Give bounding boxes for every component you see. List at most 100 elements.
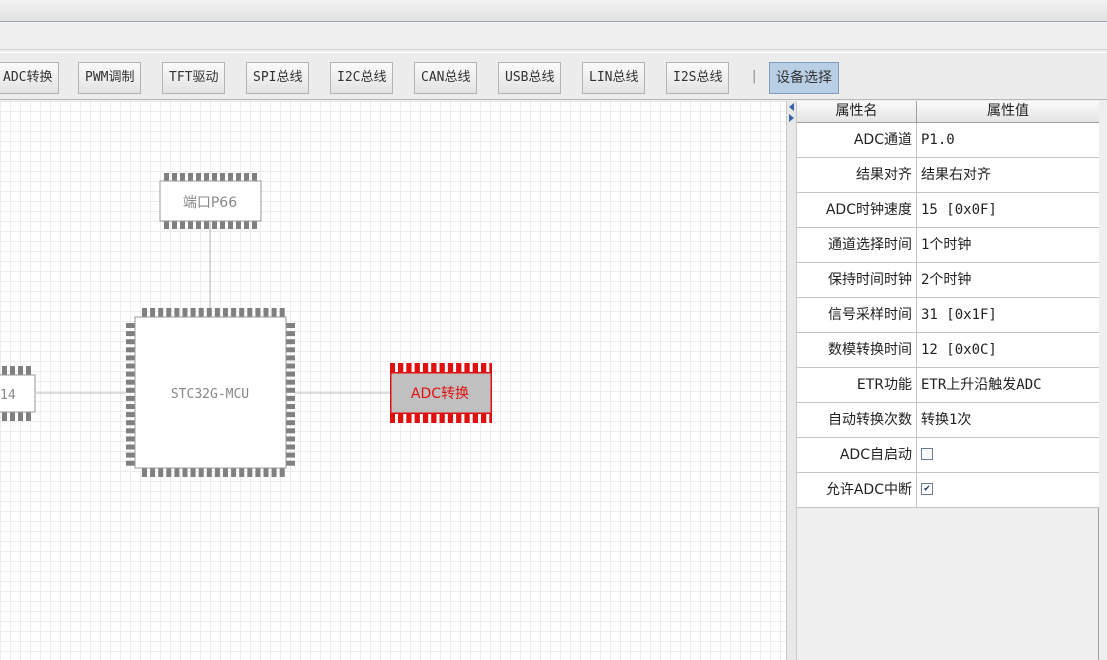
property-checkbox-cell[interactable] <box>917 438 1099 472</box>
pin <box>271 308 277 317</box>
pin <box>223 308 228 317</box>
spi-button[interactable]: SPI总线 <box>246 62 310 94</box>
property-row[interactable]: 信号采样时间 31 [0x1F] <box>797 298 1099 333</box>
i2s-button[interactable]: I2S总线 <box>666 62 730 94</box>
property-row[interactable]: 数模转换时间 12 [0x0C] <box>797 333 1099 368</box>
property-name: ETR功能 <box>797 368 917 402</box>
adc-chip[interactable]: ADC转换 <box>390 363 492 423</box>
pin <box>212 173 217 181</box>
pin <box>239 468 245 477</box>
pin <box>206 468 212 477</box>
pin <box>286 436 295 442</box>
property-value[interactable]: 31 [0x1F] <box>917 298 1099 332</box>
pin <box>252 173 257 181</box>
pin <box>126 379 135 385</box>
collapse-right-icon[interactable] <box>789 114 794 122</box>
property-value[interactable]: 15 [0x0F] <box>917 193 1099 227</box>
mcu-chip[interactable]: STC32G-MCU <box>126 308 295 477</box>
pin <box>263 308 269 317</box>
property-value[interactable]: 转换1次 <box>917 403 1099 437</box>
collapse-left-icon[interactable] <box>789 103 794 111</box>
pin <box>286 460 295 466</box>
property-value[interactable]: 结果右对齐 <box>917 158 1099 192</box>
pin <box>10 366 15 375</box>
property-row[interactable]: ETR功能 ETR上升沿触发ADC <box>797 368 1099 403</box>
pin <box>196 221 201 229</box>
pin <box>126 404 135 409</box>
property-name: 自动转换次数 <box>797 403 917 437</box>
property-row[interactable]: 允许ADC中断 ✔ <box>797 473 1099 508</box>
property-row[interactable]: ADC通道 P1.0 <box>797 123 1099 158</box>
pin <box>174 468 180 477</box>
pin-gap <box>486 363 490 372</box>
checkbox-icon[interactable] <box>921 447 933 460</box>
pin <box>214 308 220 317</box>
split-pane-divider[interactable] <box>786 101 797 660</box>
property-row[interactable]: 结果对齐 结果右对齐 <box>797 158 1099 193</box>
pin-gap <box>403 414 407 423</box>
property-value[interactable]: ETR上升沿触发ADC <box>917 368 1099 402</box>
pin-gap <box>428 414 432 423</box>
pin <box>247 308 253 317</box>
pin-gap <box>411 363 415 372</box>
pin-gap <box>461 414 465 423</box>
design-canvas[interactable]: 端口P66 14 STC32G-MCU ADC转换 <box>0 101 786 660</box>
usb-button[interactable]: USB总线 <box>498 62 562 94</box>
pin <box>188 221 193 229</box>
property-row[interactable]: ADC时钟速度 15 [0x0F] <box>797 193 1099 228</box>
pwm-button[interactable]: PWM调制 <box>78 62 142 94</box>
pin <box>252 221 257 229</box>
property-value[interactable]: 2个时钟 <box>917 263 1099 297</box>
tft-button[interactable]: TFT驱动 <box>162 62 226 94</box>
can-button[interactable]: CAN总线 <box>414 62 478 94</box>
pin <box>142 308 147 317</box>
header-value: 属性值 <box>987 103 1029 119</box>
pin <box>223 468 228 477</box>
pin <box>126 355 135 361</box>
device-select-button[interactable]: 设备选择 <box>769 62 839 94</box>
pin <box>286 379 295 385</box>
pin <box>158 308 164 317</box>
pin <box>244 173 249 181</box>
pin <box>212 221 217 229</box>
property-row[interactable]: ADC自启动 <box>797 438 1099 473</box>
pin <box>286 420 295 426</box>
left-chip[interactable]: 14 <box>0 366 36 421</box>
property-name: 信号采样时间 <box>797 298 917 332</box>
lin-button[interactable]: LIN总线 <box>582 62 646 94</box>
pin <box>126 363 135 369</box>
pin <box>231 308 237 317</box>
pin <box>279 468 285 477</box>
pin <box>26 412 31 421</box>
property-name: ADC自启动 <box>797 438 917 472</box>
pin-gap <box>453 414 457 423</box>
adc-button[interactable]: ADC转换 <box>0 62 60 94</box>
property-checkbox-cell[interactable]: ✔ <box>917 473 1099 507</box>
pin <box>204 221 209 229</box>
pin <box>126 444 135 450</box>
property-row[interactable]: 保持时间时钟 2个时钟 <box>797 263 1099 298</box>
pin <box>286 428 295 434</box>
pin <box>180 221 185 229</box>
property-name: ADC通道 <box>797 123 917 157</box>
pin <box>228 173 233 181</box>
property-value[interactable]: 1个时钟 <box>917 228 1099 262</box>
pin <box>166 468 172 477</box>
pin-gap <box>403 363 407 372</box>
property-value[interactable]: P1.0 <box>917 123 1099 157</box>
port-chip[interactable]: 端口P66 <box>159 173 262 229</box>
pin <box>286 412 295 418</box>
i2c-button[interactable]: I2C总线 <box>330 62 394 94</box>
port-chip-label: 端口P66 <box>183 195 237 211</box>
pin <box>126 347 135 353</box>
pin <box>286 355 295 361</box>
pin <box>126 395 135 401</box>
checkbox-checked-icon[interactable]: ✔ <box>921 482 933 495</box>
pin <box>286 444 295 450</box>
property-value[interactable]: 12 [0x0C] <box>917 333 1099 367</box>
mcu-chip-label: STC32G-MCU <box>171 387 249 402</box>
property-name: 通道选择时间 <box>797 228 917 262</box>
pin <box>286 363 295 369</box>
property-row[interactable]: 自动转换次数 转换1次 <box>797 403 1099 438</box>
property-row[interactable]: 通道选择时间 1个时钟 <box>797 228 1099 263</box>
